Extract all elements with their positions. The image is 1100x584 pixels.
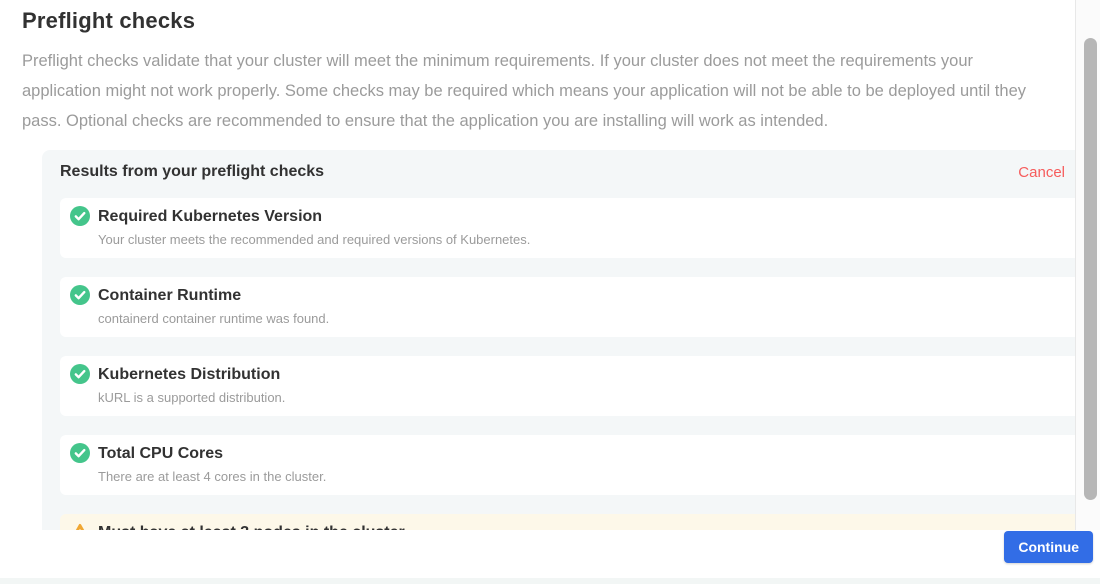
page-description: Preflight checks validate that your clus…	[22, 46, 1054, 136]
preflight-results-card: Results from your preflight checks Cance…	[42, 150, 1075, 530]
continue-button[interactable]: Continue	[1004, 531, 1093, 563]
check-row: Container Runtime containerd container r…	[60, 277, 1075, 337]
check-row: Total CPU Cores There are at least 4 cor…	[60, 435, 1075, 495]
bottom-edge-strip	[0, 578, 1100, 584]
check-circle-icon	[70, 443, 90, 463]
check-list: Required Kubernetes Version Your cluster…	[60, 198, 1075, 530]
footer-bar: Continue	[0, 530, 1100, 584]
check-message: kURL is a supported distribution.	[98, 390, 1071, 405]
preflight-content-pane: Preflight checks Preflight checks valida…	[0, 0, 1075, 530]
check-message: Your cluster meets the recommended and r…	[98, 232, 1071, 247]
check-circle-icon	[70, 364, 90, 384]
check-row: Must have at least 3 nodes in the cluste…	[60, 514, 1075, 530]
results-card-header: Results from your preflight checks Cance…	[60, 163, 1075, 181]
page-title: Preflight checks	[22, 8, 1075, 34]
results-card-title: Results from your preflight checks	[60, 163, 324, 181]
vertical-scrollbar-track[interactable]	[1075, 0, 1100, 530]
check-circle-icon	[70, 206, 90, 226]
check-title: Required Kubernetes Version	[98, 208, 1071, 226]
cancel-link[interactable]: Cancel	[1018, 164, 1065, 181]
check-message: There are at least 4 cores in the cluste…	[98, 469, 1071, 484]
check-row: Required Kubernetes Version Your cluster…	[60, 198, 1075, 258]
check-circle-icon	[70, 285, 90, 305]
check-title: Kubernetes Distribution	[98, 366, 1071, 384]
check-row: Kubernetes Distribution kURL is a suppor…	[60, 356, 1075, 416]
check-message: containerd container runtime was found.	[98, 311, 1071, 326]
check-title: Container Runtime	[98, 287, 1071, 305]
warning-triangle-icon	[70, 522, 90, 530]
vertical-scrollbar-thumb[interactable]	[1084, 38, 1097, 500]
check-title: Total CPU Cores	[98, 445, 1071, 463]
